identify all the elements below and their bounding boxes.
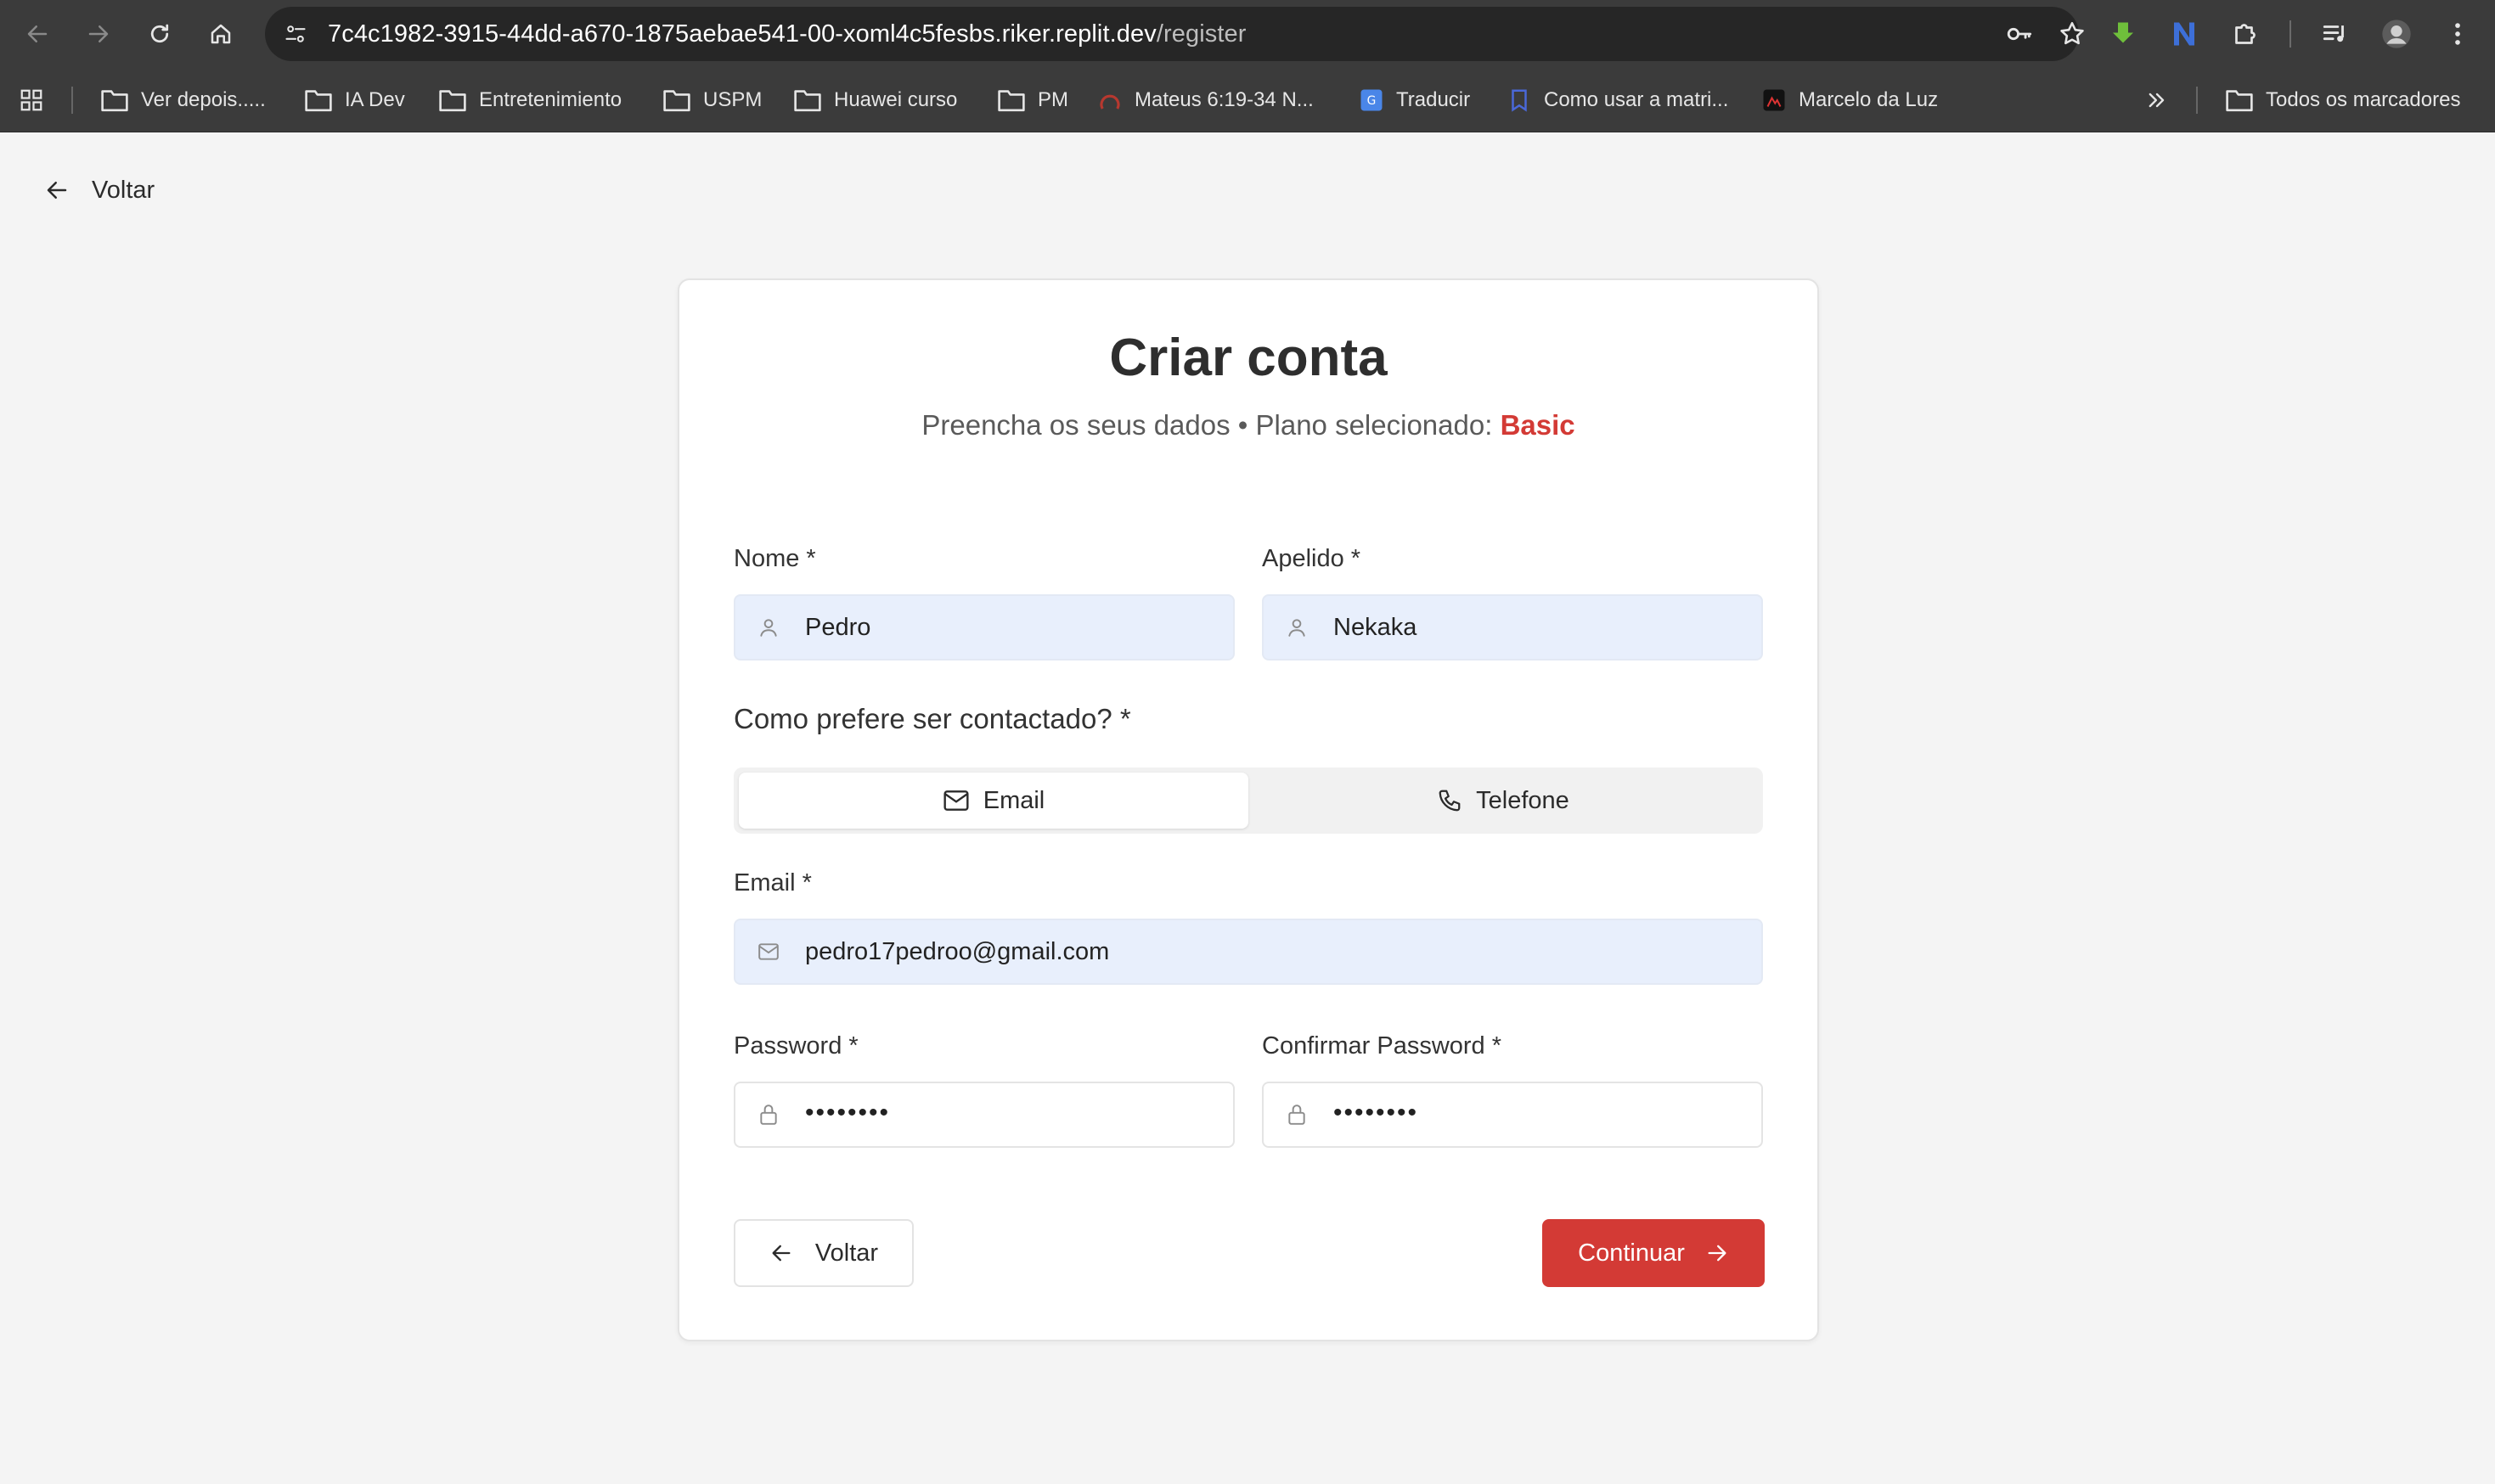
bookmark-como-usar[interactable]: Como usar a matri... [1507, 68, 1728, 132]
password-value: •••••••• [805, 1099, 891, 1127]
site-icon [1761, 87, 1787, 113]
folder-icon [793, 87, 822, 113]
contact-question: Como prefere ser contactado? * [734, 703, 1131, 734]
all-bookmarks-label: Todos os marcadores [2266, 88, 2461, 111]
folder-icon [2225, 87, 2254, 113]
home-icon[interactable] [200, 14, 241, 54]
back-button[interactable]: Voltar [734, 1219, 914, 1287]
address-bar[interactable]: 7c4c1982-3915-44dd-a670-1875aebae541-00-… [265, 7, 2084, 61]
lock-icon [1286, 1102, 1308, 1127]
register-page: Voltar Criar conta Preencha os seus dado… [0, 132, 2495, 1484]
confirm-password-label: Confirmar Password * [1262, 1032, 1502, 1060]
profile-avatar-icon[interactable] [2378, 15, 2415, 53]
bookmark-ia-dev[interactable]: IA Dev [304, 68, 405, 132]
mail-icon [758, 939, 780, 964]
email-value: pedro17pedroo@gmail.com [805, 937, 1110, 965]
email-field[interactable]: pedro17pedroo@gmail.com [734, 919, 1763, 985]
reload-icon[interactable] [139, 14, 180, 54]
bookmark-label: Como usar a matri... [1544, 88, 1729, 111]
page-subtitle: Preencha os seus dados • Plano seleciona… [679, 409, 1817, 441]
top-back-label: Voltar [92, 176, 155, 204]
star-icon[interactable] [2057, 19, 2087, 49]
bookmark-traducir[interactable]: G Traducir [1359, 68, 1470, 132]
bookmark-label: Mateus 6:19-34 N... [1135, 88, 1314, 111]
all-bookmarks[interactable]: Todos os marcadores [2225, 68, 2460, 132]
password-field[interactable]: •••••••• [734, 1082, 1235, 1148]
bookmark-entretenimiento[interactable]: Entretenimiento [438, 68, 622, 132]
folder-icon [100, 87, 129, 113]
bookmarks-bar: Ver depois..... IA Dev Entretenimiento U… [0, 68, 2495, 132]
arrow-left-icon [44, 177, 70, 203]
bookmark-label: Traducir [1396, 88, 1471, 111]
folder-icon [662, 87, 691, 113]
first-name-value: Pedro [805, 613, 871, 641]
site-icon [1097, 87, 1123, 113]
selected-plan: Basic [1500, 409, 1575, 441]
bookmark-marcelo[interactable]: Marcelo da Luz [1761, 68, 1938, 132]
bookmark-pm[interactable]: PM [997, 68, 1068, 132]
site-icon [1507, 87, 1532, 113]
bookmark-mateus[interactable]: Mateus 6:19-34 N... [1097, 68, 1314, 132]
media-queue-icon[interactable] [2317, 15, 2354, 53]
bookmark-label: Huawei curso [834, 88, 958, 111]
download-extension-icon[interactable] [2104, 15, 2142, 53]
forward-nav-icon[interactable] [78, 14, 119, 54]
user-icon [758, 615, 780, 640]
password-label: Password * [734, 1032, 859, 1060]
last-name-field[interactable]: Nekaka [1262, 594, 1763, 660]
lock-icon [758, 1102, 780, 1127]
browser-toolbar: 7c4c1982-3915-44dd-a670-1875aebae541-00-… [0, 0, 2495, 68]
translate-icon: G [1359, 87, 1384, 113]
n-extension-icon[interactable] [2166, 15, 2203, 53]
contact-option-email-label: Email [983, 786, 1045, 814]
bookmark-label: Marcelo da Luz [1799, 88, 1939, 111]
user-icon [1286, 615, 1308, 640]
bookmarks-divider [71, 87, 73, 114]
more-bookmarks-icon[interactable] [2145, 68, 2169, 132]
bookmark-uspm[interactable]: USPM [662, 68, 762, 132]
mail-icon [943, 789, 970, 812]
bookmark-label: PM [1038, 88, 1068, 111]
toolbar-divider [2289, 20, 2291, 48]
continue-button-label: Continuar [1578, 1239, 1685, 1267]
first-name-field[interactable]: Pedro [734, 594, 1235, 660]
bookmark-label: Ver depois..... [141, 88, 266, 111]
continue-button[interactable]: Continuar [1542, 1219, 1765, 1287]
last-name-label: Apelido * [1262, 545, 1361, 572]
arrow-left-icon [769, 1241, 793, 1265]
folder-icon [304, 87, 333, 113]
email-label: Email * [734, 869, 812, 897]
bookmark-label: IA Dev [345, 88, 405, 111]
phone-icon [1437, 788, 1462, 813]
subtitle-text: Preencha os seus dados • Plano seleciona… [921, 409, 1501, 441]
bookmark-label: Entretenimiento [479, 88, 622, 111]
contact-toggle: Email Telefone [734, 767, 1763, 834]
key-icon[interactable] [2004, 19, 2035, 49]
register-card: Criar conta Preencha os seus dados • Pla… [678, 278, 1819, 1341]
browser-menu-icon[interactable] [2439, 15, 2476, 53]
arrow-right-icon [1705, 1241, 1729, 1265]
back-nav-icon[interactable] [17, 14, 58, 54]
contact-option-phone[interactable]: Telefone [1248, 773, 1758, 829]
apps-grid-icon[interactable] [19, 68, 44, 132]
folder-icon [997, 87, 1026, 113]
bookmark-label: USPM [703, 88, 763, 111]
contact-option-email[interactable]: Email [739, 773, 1248, 829]
top-back-link[interactable]: Voltar [44, 170, 155, 211]
bookmark-huawei-curso[interactable]: Huawei curso [793, 68, 957, 132]
page-title: Criar conta [1109, 329, 1388, 387]
bookmarks-divider [2196, 87, 2198, 114]
svg-text:G: G [1367, 94, 1377, 108]
folder-icon [438, 87, 467, 113]
back-button-label: Voltar [814, 1239, 879, 1267]
extensions-puzzle-icon[interactable] [2227, 15, 2264, 53]
contact-option-phone-label: Telefone [1476, 786, 1569, 814]
last-name-value: Nekaka [1333, 613, 1417, 641]
bookmark-ver-depois[interactable]: Ver depois..... [100, 68, 266, 132]
first-name-label: Nome * [734, 545, 816, 572]
site-settings-icon[interactable] [282, 20, 309, 48]
confirm-password-value: •••••••• [1333, 1099, 1419, 1127]
confirm-password-field[interactable]: •••••••• [1262, 1082, 1763, 1148]
url-text[interactable]: 7c4c1982-3915-44dd-a670-1875aebae541-00-… [328, 7, 1247, 61]
